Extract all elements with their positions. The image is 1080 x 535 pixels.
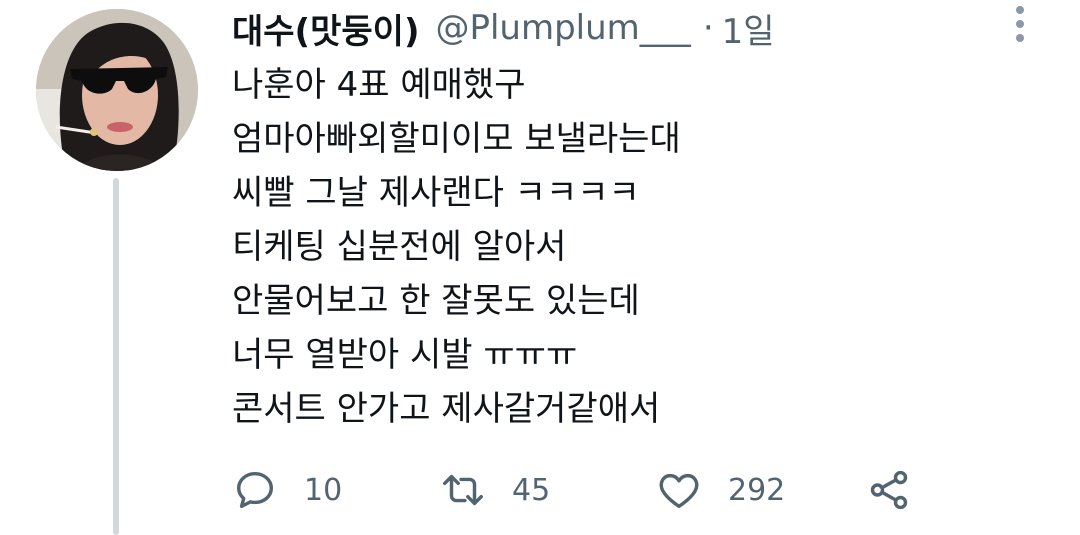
reply-count: 10 [304, 472, 343, 508]
tweet-text-line: 나훈아 4표 예매했구 [232, 65, 526, 105]
timestamp[interactable]: 1일 [722, 4, 775, 53]
tweet-header: 대수(맛둥이) @Plumplum___ · 1일 [232, 2, 775, 54]
more-vertical-icon [1016, 6, 1024, 14]
share-button[interactable] [866, 462, 912, 518]
profile-photo [36, 9, 198, 171]
retweet-count: 45 [512, 472, 551, 508]
tweet-text-line: 너무 열받아 시발 ㅠㅠㅠ [232, 335, 578, 375]
like-button[interactable]: 292 [656, 462, 785, 518]
like-count: 292 [728, 472, 786, 508]
tweet-text-line: 안물어보고 한 잘못도 있는데 [232, 281, 640, 321]
thread-connector-line [113, 178, 119, 535]
tweet-actions: 10 45 292 [232, 462, 932, 518]
user-handle[interactable]: @Plumplum___ [435, 8, 690, 48]
separator-dot: · [702, 8, 714, 48]
display-name[interactable]: 대수(맛둥이) [232, 4, 419, 53]
tweet-text: 나훈아 4표 예매했구 엄마아빠외할미이모 보낼라는대 씨빨 그날 제사랜다 ㅋ… [232, 58, 992, 436]
reply-icon [236, 471, 274, 509]
tweet-text-line: 엄마아빠외할미이모 보낼라는대 [232, 119, 681, 159]
more-options-button[interactable] [1006, 4, 1034, 44]
reply-button[interactable]: 10 [232, 462, 342, 518]
avatar[interactable] [36, 9, 198, 171]
tweet-text-line: 티케팅 십분전에 알아서 [232, 227, 567, 267]
retweet-button[interactable]: 45 [440, 462, 550, 518]
heart-icon [659, 473, 699, 509]
tweet-text-line: 씨빨 그날 제사랜다 ㅋㅋㅋㅋ [232, 173, 640, 213]
retweet-icon [443, 474, 483, 506]
tweet-text-line: 콘서트 안가고 제사갈거같애서 [232, 389, 661, 429]
share-icon [870, 470, 908, 510]
